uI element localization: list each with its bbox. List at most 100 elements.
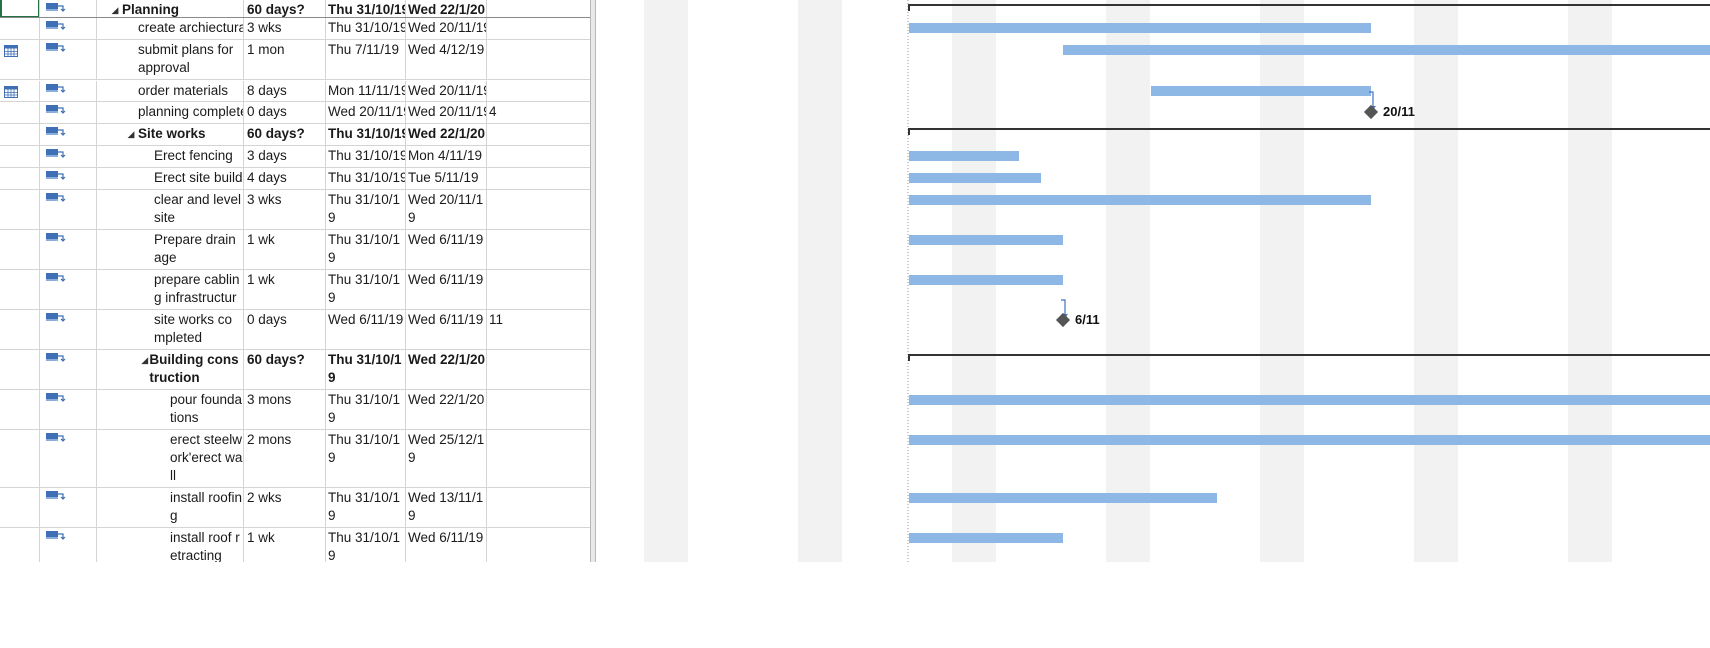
finish-date-cell[interactable]: Wed 6/11/19 xyxy=(406,270,487,309)
finish-date-cell[interactable]: Wed 20/11/19 xyxy=(406,81,487,101)
indicator-cell[interactable] xyxy=(0,190,40,229)
task-row[interactable]: Erect site building 4 days Thu 31/10/19Tue… xyxy=(0,168,594,190)
task-name-cell[interactable]: pour foundations xyxy=(97,390,244,429)
task-row[interactable]: order materials 8 days Mon 11/11/19 Wed 20/… xyxy=(0,81,594,102)
task-name-cell[interactable]: install roofing xyxy=(97,488,244,527)
duration-cell[interactable]: 1 wk xyxy=(244,230,326,269)
indicator-cell[interactable] xyxy=(0,528,40,562)
duration-cell[interactable]: 3 wks xyxy=(244,190,326,229)
task-name-cell[interactable]: submit plans for approval xyxy=(97,40,244,79)
start-date-cell[interactable]: Thu 31/10/19 xyxy=(326,390,406,429)
task-row[interactable]: Erect fencing 3 days Thu 31/10/19 Mon 4/11/… xyxy=(0,146,594,168)
task-name-cell[interactable]: ◢ Site works xyxy=(97,124,244,145)
task-mode-cell[interactable] xyxy=(40,124,97,145)
indicator-cell[interactable] xyxy=(0,0,40,17)
indicator-cell[interactable] xyxy=(0,310,40,349)
task-name-cell[interactable]: ◢ Planning xyxy=(97,0,244,17)
summary-task-row[interactable]: ◢ Planning 60 days? Thu 31/10/19 Wed 22/1/20 xyxy=(0,0,594,18)
predecessors-cell[interactable] xyxy=(487,124,594,145)
predecessors-cell[interactable] xyxy=(487,40,594,79)
finish-date-cell[interactable]: Wed 20/11/19 xyxy=(406,18,487,39)
start-date-cell[interactable]: Thu 31/10/19 xyxy=(326,18,406,39)
duration-cell[interactable]: 3 mons xyxy=(244,390,326,429)
task-mode-cell[interactable] xyxy=(40,230,97,269)
task-mode-cell[interactable] xyxy=(40,102,97,123)
finish-date-cell[interactable]: Mon 4/11/19 xyxy=(406,146,487,167)
start-date-cell[interactable]: Thu 31/10/19 xyxy=(326,168,406,189)
predecessors-cell[interactable] xyxy=(487,488,594,527)
task-mode-cell[interactable] xyxy=(40,18,97,39)
duration-cell[interactable]: 3 days xyxy=(244,146,326,167)
finish-date-cell[interactable]: Tue 5/11/19 xyxy=(406,168,487,189)
task-name-cell[interactable]: clear and level site xyxy=(97,190,244,229)
finish-date-cell[interactable]: Wed 6/11/19 xyxy=(406,230,487,269)
duration-cell[interactable]: 60 days? xyxy=(244,124,326,145)
finish-date-cell[interactable]: Wed 22/1/20 xyxy=(406,350,487,389)
task-row[interactable]: planning complete 0 days Wed 20/11/19 Wed 2… xyxy=(0,102,594,124)
finish-date-cell[interactable]: Wed 6/11/19 xyxy=(406,310,487,349)
task-name-cell[interactable]: prepare cabling infrastructure xyxy=(97,270,244,309)
summary-task-row[interactable]: ◢ Site works 60 days? Thu 31/10/19 Wed 22/1/… xyxy=(0,124,594,146)
task-mode-cell[interactable] xyxy=(40,528,97,562)
task-row[interactable]: Prepare drainage 1 wk Thu 31/10/19 Wed 6/11… xyxy=(0,230,594,270)
start-date-cell[interactable]: Thu 31/10/19 xyxy=(326,488,406,527)
finish-date-cell[interactable]: Wed 22/1/20 xyxy=(406,124,487,145)
task-name-cell[interactable]: install roof retracting xyxy=(97,528,244,562)
task-name-cell[interactable]: create archiectural xyxy=(97,18,244,39)
predecessors-cell[interactable] xyxy=(487,81,594,101)
task-name-cell[interactable]: Erect fencing xyxy=(97,146,244,167)
duration-cell[interactable]: 4 days xyxy=(244,168,326,189)
task-mode-cell[interactable] xyxy=(40,350,97,389)
task-name-cell[interactable]: order materials xyxy=(97,81,244,101)
task-mode-cell[interactable] xyxy=(40,81,97,101)
finish-date-cell[interactable]: Wed 20/11/19 xyxy=(406,190,487,229)
start-date-cell[interactable]: Mon 11/11/19 xyxy=(326,81,406,101)
duration-cell[interactable]: 0 days xyxy=(244,102,326,123)
task-row[interactable]: erect steelwork'erect wall 2 mons Thu 31/1… xyxy=(0,430,594,488)
start-date-cell[interactable]: Thu 7/11/19 xyxy=(326,40,406,79)
duration-cell[interactable]: 60 days? xyxy=(244,0,326,17)
start-date-cell[interactable]: Thu 31/10/19 xyxy=(326,0,406,17)
task-row[interactable]: clear and level site 3 wks Thu 31/10/19 Wed… xyxy=(0,190,594,230)
indicator-cell[interactable] xyxy=(0,146,40,167)
predecessors-cell[interactable]: 4 xyxy=(487,102,594,123)
indicator-cell[interactable] xyxy=(0,124,40,145)
task-row[interactable]: install roof retracting 1 wk Thu 31/10/19 W… xyxy=(0,528,594,562)
task-row[interactable]: site works completed 0 days Wed 6/11/19 Wed… xyxy=(0,310,594,350)
start-date-cell[interactable]: Wed 20/11/19 xyxy=(326,102,406,123)
duration-cell[interactable]: 2 mons xyxy=(244,430,326,487)
duration-cell[interactable]: 1 wk xyxy=(244,270,326,309)
indicator-cell[interactable] xyxy=(0,81,40,101)
finish-date-cell[interactable]: Wed 22/1/20 xyxy=(406,0,487,17)
indicator-cell[interactable] xyxy=(0,230,40,269)
task-name-cell[interactable]: planning complete xyxy=(97,102,244,123)
predecessors-cell[interactable] xyxy=(487,146,594,167)
indicator-cell[interactable] xyxy=(0,270,40,309)
start-date-cell[interactable]: Thu 31/10/19 xyxy=(326,528,406,562)
finish-date-cell[interactable]: Wed 13/11/19 xyxy=(406,488,487,527)
finish-date-cell[interactable]: Wed 22/1/20 xyxy=(406,390,487,429)
predecessors-cell[interactable] xyxy=(487,18,594,39)
duration-cell[interactable]: 1 mon xyxy=(244,40,326,79)
summary-task-row[interactable]: ◢ Building construction 60 days? Thu 31/10/… xyxy=(0,350,594,390)
task-row[interactable]: submit plans for approval 1 mon Thu 7/11/1… xyxy=(0,40,594,80)
predecessors-cell[interactable] xyxy=(487,0,594,17)
duration-cell[interactable]: 2 wks xyxy=(244,488,326,527)
task-mode-cell[interactable] xyxy=(40,168,97,189)
collapse-triangle-icon[interactable]: ◢ xyxy=(124,125,138,143)
predecessors-cell[interactable] xyxy=(487,190,594,229)
task-mode-cell[interactable] xyxy=(40,270,97,309)
task-name-cell[interactable]: erect steelwork'erect wall xyxy=(97,430,244,487)
start-date-cell[interactable]: Thu 31/10/19 xyxy=(326,124,406,145)
task-name-cell[interactable]: Erect site building xyxy=(97,168,244,189)
start-date-cell[interactable]: Thu 31/10/19 xyxy=(326,430,406,487)
start-date-cell[interactable]: Wed 6/11/19 xyxy=(326,310,406,349)
collapse-triangle-icon[interactable]: ◢ xyxy=(140,351,149,387)
start-date-cell[interactable]: Thu 31/10/19 xyxy=(326,270,406,309)
task-mode-cell[interactable] xyxy=(40,430,97,487)
indicator-cell[interactable] xyxy=(0,102,40,123)
task-name-cell[interactable]: Prepare drainage xyxy=(97,230,244,269)
finish-date-cell[interactable]: Wed 20/11/19 xyxy=(406,102,487,123)
task-mode-cell[interactable] xyxy=(40,190,97,229)
task-mode-cell[interactable] xyxy=(40,40,97,79)
